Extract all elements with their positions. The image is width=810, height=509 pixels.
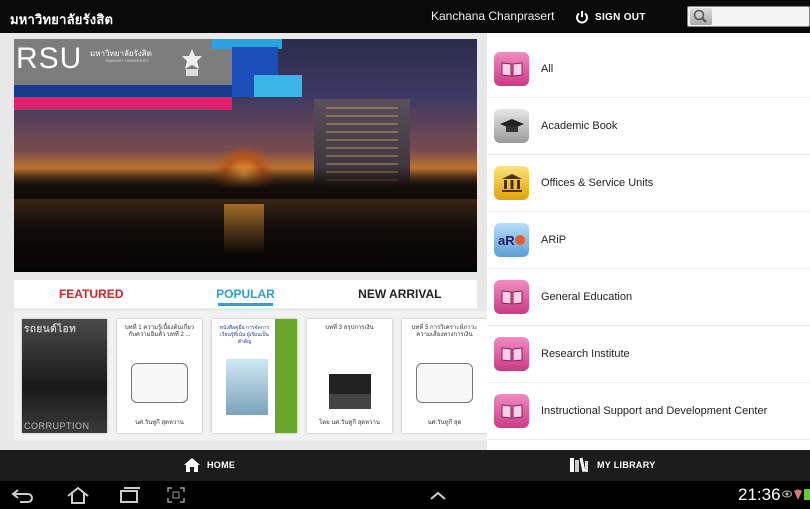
- category-instructional-support[interactable]: Instructional Support and Development Ce…: [487, 383, 810, 440]
- banner-stripe: [14, 85, 232, 97]
- category-label: Offices & Service Units: [541, 177, 654, 189]
- tree-line: [14, 167, 477, 203]
- chevron-up-icon[interactable]: [428, 488, 448, 502]
- sign-out-button[interactable]: SIGN OUT: [575, 6, 646, 28]
- my-library-button[interactable]: MY LIBRARY: [569, 457, 656, 473]
- tab-popular[interactable]: POPULAR: [168, 280, 322, 308]
- clock: 21:36: [738, 485, 781, 504]
- status-icons: [782, 488, 810, 500]
- wifi-icon: [794, 489, 802, 500]
- book-title: บทที่ 1 ความรู้เบื้องต้นเกี่ยวกับความอิ่…: [124, 325, 195, 338]
- book-author: นศ.วันทูกี สุดหวาน: [135, 420, 184, 426]
- book-icon: [494, 280, 529, 314]
- battery-icon: [804, 489, 810, 500]
- university-seal-icon: [182, 49, 202, 76]
- user-name: Kanchana Chanprasert: [431, 9, 555, 23]
- university-name-english: RANGSIT UNIVERSITY: [106, 58, 149, 63]
- top-bar: มหาวิทยาลัยรังสิต Kanchana Chanprasert S…: [0, 0, 810, 33]
- cartoon-illustration: [131, 363, 188, 403]
- book-cover[interactable]: รถยนต์ไอท CORRUPTION: [22, 319, 107, 433]
- book-cover[interactable]: บทที่ 3 สรุปการเงิน โดย นศ.วันทูกี สุดหว…: [307, 319, 392, 433]
- book-title: บทที่ 5 การวิเคราะห์ภาวะ ความเสี่ยงทางกา…: [411, 325, 478, 338]
- tab-new-arrival[interactable]: NEW ARRIVAL: [323, 280, 477, 308]
- institution-icon: [494, 166, 529, 200]
- category-offices[interactable]: Offices & Service Units: [487, 155, 810, 212]
- home-icon: [184, 458, 200, 472]
- light-reflection: [224, 204, 264, 254]
- banner-stripe: [14, 97, 232, 110]
- category-arip[interactable]: aR ARiP: [487, 212, 810, 269]
- power-icon: [576, 11, 588, 24]
- system-bar: 21:36: [0, 481, 810, 509]
- book-author: นศ.วันทูกี สุด: [427, 420, 462, 426]
- rsu-logo-text: RSU: [16, 42, 83, 75]
- recent-apps-icon[interactable]: [116, 485, 142, 505]
- category-label: All: [541, 63, 554, 75]
- my-library-label: MY LIBRARY: [597, 460, 656, 470]
- arip-logo-icon: aR: [494, 223, 529, 257]
- presenter-illustration: [329, 359, 371, 409]
- book-icon: [494, 337, 529, 371]
- category-general-education[interactable]: General Education: [487, 269, 810, 326]
- graduation-cap-icon: [494, 109, 529, 143]
- left-panel: RSU มหาวิทยาลัยรังสิต RANGSIT UNIVERSITY…: [0, 33, 487, 450]
- cover-strip: [275, 319, 297, 433]
- eye-icon: [782, 490, 792, 498]
- book-icon: [494, 394, 529, 428]
- app-screen: มหาวิทยาลัยรังสิต Kanchana Chanprasert S…: [0, 0, 810, 509]
- book-cover[interactable]: บทที่ 5 การวิเคราะห์ภาวะ ความเสี่ยงทางกา…: [402, 319, 487, 433]
- category-list: All Academic Book Offices & Service Unit…: [487, 33, 810, 450]
- search-input[interactable]: [714, 8, 808, 25]
- category-label: General Education: [541, 291, 633, 303]
- category-academic-book[interactable]: Academic Book: [487, 98, 810, 155]
- bottom-nav: HOME MY LIBRARY: [0, 450, 810, 481]
- sign-out-label: SIGN OUT: [595, 11, 646, 23]
- banner-stripe: [254, 75, 302, 97]
- app-title: มหาวิทยาลัยรังสิต: [10, 12, 114, 27]
- book-author: โดย นศ.วันทูกี สุดหวาน: [319, 420, 380, 426]
- cover-photo: [226, 359, 268, 415]
- book-shelf: รถยนต์ไอท CORRUPTION บทที่ 1 ความรู้เบื้…: [14, 311, 487, 441]
- book-cover-title: รถยนต์ไอท: [24, 324, 77, 335]
- back-icon[interactable]: [10, 485, 36, 505]
- hero-banner[interactable]: RSU มหาวิทยาลัยรังสิต RANGSIT UNIVERSITY: [14, 39, 477, 272]
- category-label: Instructional Support and Development Ce…: [541, 405, 768, 417]
- book-icon: [494, 52, 529, 86]
- home-nav-icon[interactable]: [64, 485, 92, 505]
- book-title: หนังสือคู่มือ การจัดการเรียนรู้ที่เน้น ผ…: [219, 325, 270, 345]
- category-research-institute[interactable]: Research Institute: [487, 326, 810, 383]
- svg-text:aR: aR: [498, 233, 515, 248]
- book-title: บทที่ 3 สรุปการเงิน: [325, 325, 374, 331]
- search-box[interactable]: [687, 6, 810, 27]
- library-icon: [570, 457, 588, 473]
- book-cover[interactable]: บทที่ 1 ความรู้เบื้องต้นเกี่ยวกับความอิ่…: [117, 319, 202, 433]
- home-label: HOME: [207, 460, 236, 470]
- category-label: Research Institute: [541, 348, 630, 360]
- tab-featured[interactable]: FEATURED: [14, 280, 168, 308]
- screenshot-icon[interactable]: [164, 485, 188, 505]
- cartoon-illustration: [416, 363, 473, 403]
- category-label: ARiP: [541, 234, 567, 246]
- home-button[interactable]: HOME: [183, 457, 235, 473]
- book-cover-subtitle: CORRUPTION: [24, 421, 90, 431]
- book-tabs: FEATURED POPULAR NEW ARRIVAL: [14, 280, 477, 308]
- category-label: Academic Book: [541, 120, 618, 132]
- search-icon[interactable]: [690, 8, 712, 25]
- category-all[interactable]: All: [487, 41, 810, 98]
- book-cover[interactable]: หนังสือคู่มือ การจัดการเรียนรู้ที่เน้น ผ…: [212, 319, 297, 433]
